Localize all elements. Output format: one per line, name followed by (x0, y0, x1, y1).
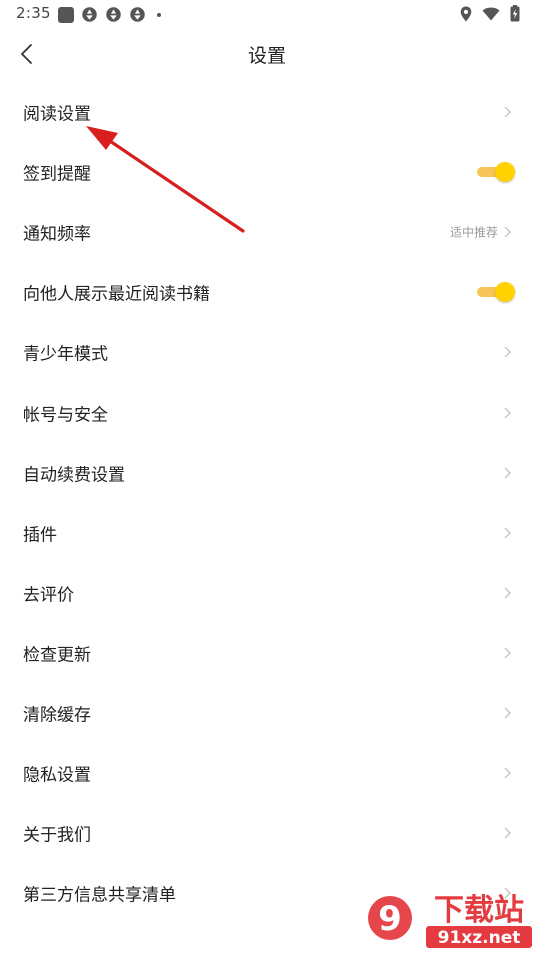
page-title: 设置 (247, 45, 286, 67)
settings-row-rate-app[interactable]: 去评价 (0, 563, 534, 623)
chevron-right-icon (504, 467, 511, 479)
location-icon (460, 6, 472, 21)
svg-text:91xz.net: 91xz.net (438, 928, 521, 948)
status-time: 2:35 (16, 4, 51, 22)
chevron-right-icon (504, 647, 511, 659)
settings-row-reading[interactable]: 阅读设置 (0, 82, 534, 142)
settings-row-plugins[interactable]: 插件 (0, 503, 534, 563)
app-header: 设置 (0, 28, 534, 80)
settings-row-account-security[interactable]: 帐号与安全 (0, 382, 534, 442)
chevron-right-icon (504, 587, 511, 599)
notification-icons (58, 6, 161, 23)
settings-row-auto-renewal[interactable]: 自动续费设置 (0, 443, 534, 503)
settings-row-privacy[interactable]: 隐私设置 (0, 743, 534, 803)
chevron-right-icon (504, 346, 511, 358)
chevron-right-icon (504, 226, 511, 238)
svg-text:9: 9 (378, 899, 402, 939)
settings-row-checkin-reminder: 签到提醒 (0, 142, 534, 202)
notification-frequency-value: 适中推荐 (449, 225, 498, 240)
chevron-right-icon (504, 106, 511, 118)
settings-row-label: 青少年模式 (23, 344, 108, 365)
settings-row-label: 阅读设置 (23, 104, 91, 125)
settings-list: 阅读设置 签到提醒 通知频率 适中推荐 向他人展示最近阅读书籍 青少年模式 帐号… (0, 82, 534, 923)
settings-row-label: 去评价 (23, 585, 74, 606)
show-recent-books-toggle[interactable] (477, 281, 515, 303)
settings-row-label: 检查更新 (23, 645, 91, 666)
more-notifications-dot-icon (157, 12, 161, 17)
settings-row-label: 关于我们 (23, 825, 91, 846)
chevron-right-icon (504, 407, 511, 419)
app-aperture-icon (106, 7, 121, 22)
settings-row-check-update[interactable]: 检查更新 (0, 623, 534, 683)
settings-row-label: 隐私设置 (23, 765, 91, 786)
chevron-right-icon (504, 527, 511, 539)
settings-row-label: 第三方信息共享清单 (23, 885, 176, 906)
site-watermark: 9 下载站 91xz.net (360, 884, 534, 950)
settings-row-label: 自动续费设置 (23, 465, 125, 486)
wifi-icon (482, 7, 500, 20)
settings-row-teen-mode[interactable]: 青少年模式 (0, 322, 534, 382)
chevron-right-icon (504, 767, 511, 779)
settings-row-notification-frequency[interactable]: 通知频率 适中推荐 (0, 202, 534, 262)
svg-text:下载站: 下载站 (434, 893, 524, 928)
settings-row-label: 向他人展示最近阅读书籍 (23, 284, 210, 305)
system-icons (460, 5, 520, 22)
battery-charging-icon (510, 5, 520, 22)
chevron-right-icon (504, 707, 511, 719)
settings-row-clear-cache[interactable]: 清除缓存 (0, 683, 534, 743)
settings-row-label: 清除缓存 (23, 705, 91, 726)
watermark-logo-icon: 9 下载站 91xz.net (368, 893, 532, 948)
settings-row-about-us[interactable]: 关于我们 (0, 803, 534, 863)
toggle-thumb (495, 282, 515, 303)
settings-row-label: 插件 (23, 525, 57, 546)
settings-row-label: 签到提醒 (23, 164, 91, 185)
toggle-thumb (495, 162, 515, 183)
app-aperture-icon (130, 7, 145, 22)
settings-row-label: 通知频率 (23, 224, 91, 245)
status-bar: 2:35 (0, 0, 534, 28)
settings-row-label: 帐号与安全 (23, 405, 108, 426)
checkin-reminder-toggle[interactable] (477, 161, 515, 183)
settings-row-show-recent-books: 向他人展示最近阅读书籍 (0, 262, 534, 322)
chevron-right-icon (504, 827, 511, 839)
app-aperture-icon (82, 7, 97, 22)
app-square-icon (58, 6, 74, 23)
